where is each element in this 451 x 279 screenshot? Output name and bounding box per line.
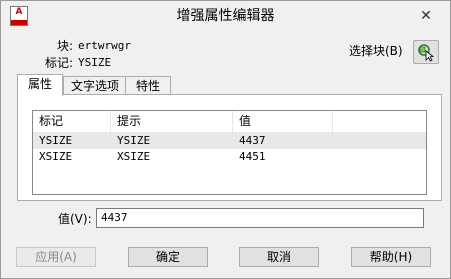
value-input[interactable]: 4437 — [96, 208, 424, 228]
help-button[interactable]: 帮助(H) — [351, 247, 431, 267]
row-value: 4451 — [239, 150, 266, 163]
block-name: ertwrwgr — [78, 39, 131, 52]
tag-label: 标记: — [45, 56, 74, 70]
cancel-button[interactable]: 取消 — [239, 247, 319, 267]
ok-button[interactable]: 确定 — [128, 247, 208, 267]
column-header-prompt[interactable]: 提示 — [111, 111, 233, 132]
block-label: 块: — [57, 39, 74, 53]
value-label: 值(V): — [58, 212, 92, 226]
select-objects-icon — [418, 44, 435, 62]
tab-attribute[interactable]: 属性 — [17, 74, 63, 96]
tag-name: YSIZE — [78, 56, 112, 69]
attributes-list[interactable]: 标记 提示 值 YSIZE YSIZE 4437 XSIZE XSIZE 445… — [32, 110, 427, 195]
tab-text-options[interactable]: 文字选项 — [63, 76, 127, 95]
enhanced-attribute-editor-dialog: A 增强属性编辑器 ✕ 块: ertwrwgr 标记: YSIZE 选择块(B)… — [0, 0, 451, 279]
row-prompt: YSIZE — [117, 134, 151, 147]
column-header-tag[interactable]: 标记 — [33, 111, 111, 132]
column-header-value[interactable]: 值 — [233, 111, 333, 132]
row-tag: YSIZE — [39, 134, 73, 147]
dialog-title: 增强属性编辑器 — [176, 8, 275, 24]
apply-button[interactable]: 应用(A) — [16, 247, 96, 267]
title-bar[interactable]: A 增强属性编辑器 ✕ — [1, 1, 450, 31]
list-header: 标记 提示 值 — [33, 111, 426, 133]
row-tag: XSIZE — [39, 150, 73, 163]
attribute-tab-panel: 标记 提示 值 YSIZE YSIZE 4437 XSIZE XSIZE 445… — [17, 94, 442, 201]
tab-properties[interactable]: 特性 — [125, 76, 171, 95]
table-row[interactable]: YSIZE YSIZE 4437 — [33, 133, 426, 149]
close-icon[interactable]: ✕ — [415, 7, 437, 25]
row-value: 4437 — [239, 134, 266, 147]
table-row[interactable]: XSIZE XSIZE 4451 — [33, 149, 426, 165]
row-prompt: XSIZE — [117, 150, 151, 163]
select-block-button[interactable] — [413, 40, 439, 64]
select-block-label: 选择块(B) — [349, 44, 403, 58]
